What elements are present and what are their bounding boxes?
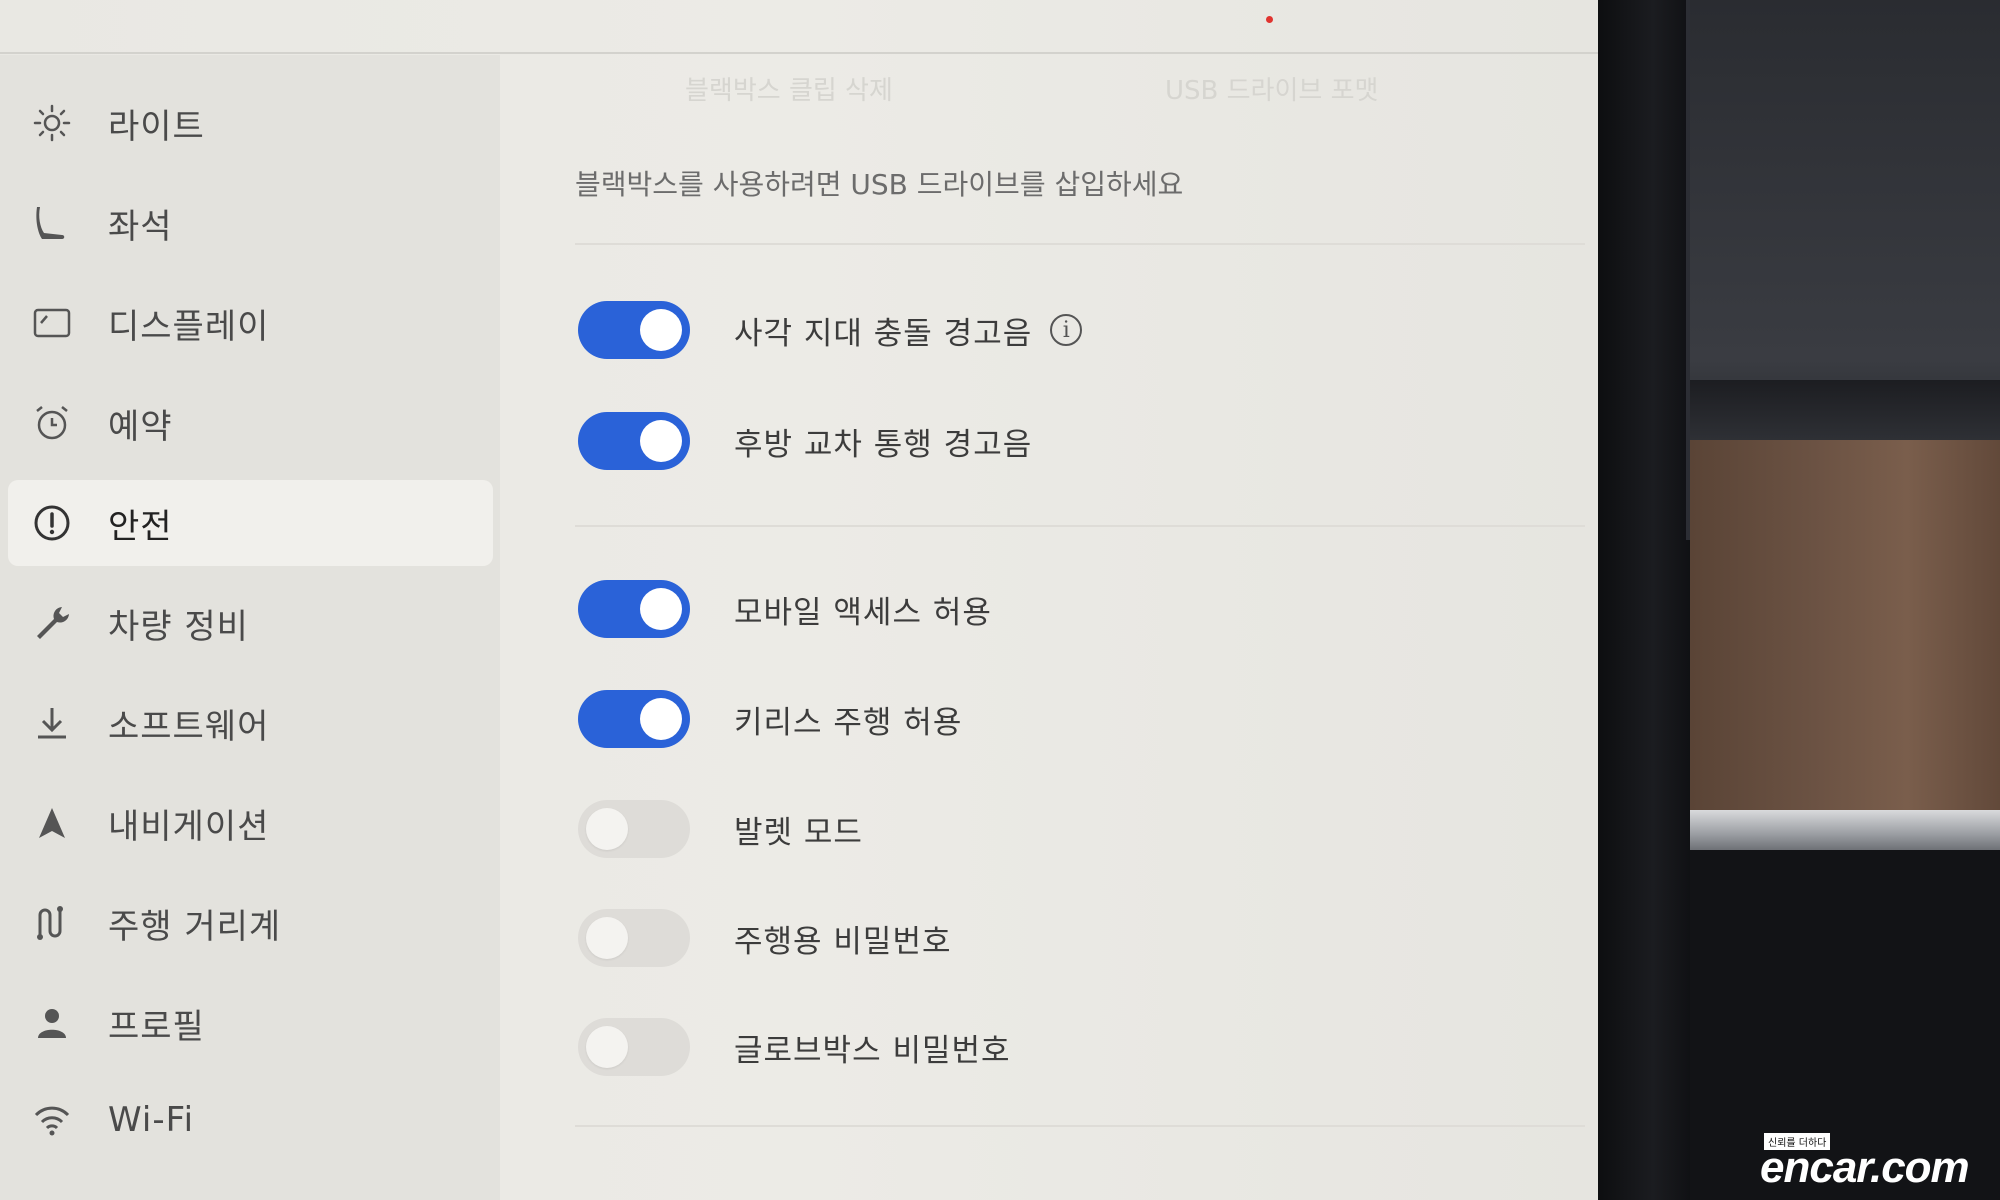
screen-bezel [1598, 0, 1690, 1200]
sidebar-item-label: Wi-Fi [108, 1100, 195, 1140]
status-bar [0, 0, 1598, 54]
route-icon [30, 901, 74, 945]
sun-icon [30, 101, 74, 145]
wrench-icon [30, 601, 74, 645]
sidebar-item-seats[interactable]: 좌석 [8, 180, 493, 266]
wood-trim-panel [1690, 440, 2000, 810]
rear-cross-traffic-chime-toggle[interactable] [578, 412, 690, 470]
alert-circle-icon [30, 501, 74, 545]
navigation-arrow-icon [30, 801, 74, 845]
seat-icon [30, 201, 74, 245]
usb-notice-text: 블랙박스를 사용하려면 USB 드라이브를 삽입하세요 [575, 168, 1184, 201]
sidebar-item-label: 주행 거리계 [108, 906, 282, 947]
sidebar-item-navigation[interactable]: 내비게이션 [8, 780, 493, 866]
sidebar-item-service[interactable]: 차량 정비 [8, 580, 493, 666]
setting-row: 키리스 주행 허용 [578, 689, 962, 749]
delete-dashcam-clips-button[interactable]: 블랙박스 클립 삭제 [685, 70, 893, 107]
setting-row: 모바일 액세스 허용 [578, 579, 992, 639]
chrome-trim [1690, 810, 2000, 850]
sidebar-item-wifi[interactable]: Wi-Fi [8, 1077, 493, 1163]
recording-indicator-dot [1266, 16, 1273, 23]
sidebar-item-label: 차량 정비 [108, 606, 249, 647]
setting-row: 발렛 모드 [578, 799, 863, 859]
settings-sidebar: 라이트 좌석 디스플레이 예약 안전 차량 정비 소프트웨어 내비게이션 주행 … [0, 55, 500, 1200]
sidebar-item-label: 예약 [108, 406, 173, 447]
pin-to-drive-toggle[interactable] [578, 909, 690, 967]
sidebar-item-safety[interactable]: 안전 [8, 480, 493, 566]
sidebar-item-label: 안전 [108, 506, 173, 547]
touchscreen: 라이트 좌석 디스플레이 예약 안전 차량 정비 소프트웨어 내비게이션 주행 … [0, 0, 1598, 1200]
setting-label: 글로브박스 비밀번호 [734, 1032, 1011, 1069]
setting-label: 후방 교차 통행 경고음 [734, 426, 1033, 463]
setting-row: 후방 교차 통행 경고음 [578, 411, 1032, 471]
glovebox-pin-toggle[interactable] [578, 1018, 690, 1076]
sidebar-item-trips[interactable]: 주행 거리계 [8, 880, 493, 966]
mobile-access-toggle[interactable] [578, 580, 690, 638]
alarm-clock-icon [30, 401, 74, 445]
sidebar-item-schedule[interactable]: 예약 [8, 380, 493, 466]
person-icon [30, 1001, 74, 1045]
download-icon [30, 701, 74, 745]
sidebar-item-label: 좌석 [108, 206, 173, 247]
sidebar-item-label: 소프트웨어 [108, 706, 270, 747]
display-icon [30, 301, 74, 345]
sidebar-item-display[interactable]: 디스플레이 [8, 280, 493, 366]
watermark-logo-text: encar.com [1760, 1143, 1970, 1192]
setting-row: 글로브박스 비밀번호 [578, 1017, 1011, 1077]
setting-row: 사각 지대 충돌 경고음 i [578, 300, 1083, 360]
encar-watermark: 신뢰를 더하다 encar.com [1760, 1133, 1990, 1193]
blind-spot-chime-toggle[interactable] [578, 301, 690, 359]
sidebar-item-label: 프로필 [108, 1006, 205, 1047]
divider [575, 1125, 1585, 1127]
divider [575, 525, 1585, 527]
sidebar-item-label: 라이트 [108, 106, 205, 147]
setting-label: 주행용 비밀번호 [734, 923, 952, 960]
keyless-driving-toggle[interactable] [578, 690, 690, 748]
wifi-icon [30, 1098, 74, 1142]
sidebar-item-label: 내비게이션 [108, 806, 270, 847]
setting-label: 발렛 모드 [734, 814, 863, 851]
setting-row: 주행용 비밀번호 [578, 908, 952, 968]
valet-mode-toggle[interactable] [578, 800, 690, 858]
sidebar-item-lights[interactable]: 라이트 [8, 80, 493, 166]
sidebar-item-label: 디스플레이 [108, 306, 270, 347]
safety-settings-panel: 블랙박스 클립 삭제 USB 드라이브 포맷 블랙박스를 사용하려면 USB 드… [500, 55, 1598, 1200]
sidebar-item-profile[interactable]: 프로필 [8, 980, 493, 1066]
air-vent [1690, 380, 2000, 440]
divider [575, 243, 1585, 245]
sidebar-item-software[interactable]: 소프트웨어 [8, 680, 493, 766]
setting-label: 키리스 주행 허용 [734, 704, 963, 741]
setting-label: 사각 지대 충돌 경고음 [734, 315, 1033, 352]
setting-label: 모바일 액세스 허용 [734, 594, 992, 631]
info-icon[interactable]: i [1050, 314, 1083, 346]
format-usb-drive-button[interactable]: USB 드라이브 포맷 [1165, 70, 1378, 107]
